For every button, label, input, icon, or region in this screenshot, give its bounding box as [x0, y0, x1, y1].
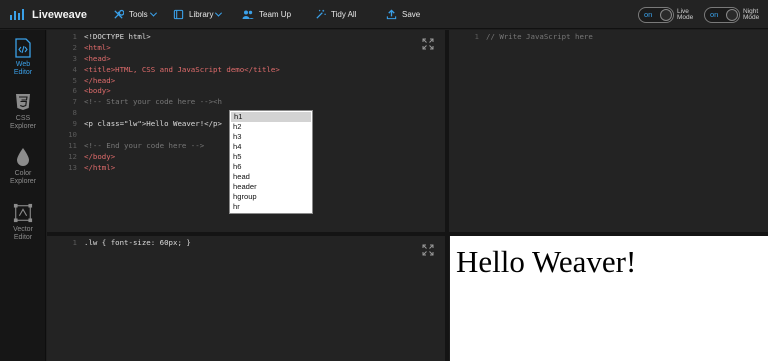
save-label: Save: [402, 10, 421, 19]
live-mode-toggle[interactable]: on Live Mode: [638, 7, 703, 23]
sidebar-item-label: Vector Editor: [13, 226, 33, 241]
code-text: <head>: [84, 53, 111, 63]
brand-name: Liveweave: [32, 8, 88, 21]
library-menu-button[interactable]: Library: [172, 0, 223, 29]
chevron-down-icon: [215, 9, 223, 17]
code-text: </head>: [84, 75, 116, 85]
night-mode-label: Night Mode: [743, 7, 760, 21]
tools-menu-button[interactable]: Tools: [112, 0, 157, 29]
line-number: 4: [72, 64, 77, 74]
line-number: 7: [72, 97, 77, 107]
code-text: <body>: [84, 86, 111, 96]
sidebar-item-color-explorer[interactable]: Color Explorer: [0, 147, 46, 186]
autocomplete-dropdown[interactable]: h1 h2 h3 h4 h5 h6 head header hgroup hr: [229, 110, 313, 214]
live-mode-switch[interactable]: on: [638, 7, 674, 23]
toggle-knob: [660, 9, 672, 21]
team-up-label: Team Up: [259, 10, 292, 19]
code-text: <p class="lw">Hello Weaver!</p>: [84, 119, 222, 129]
magic-wand-icon: [314, 9, 326, 21]
night-mode-toggle[interactable]: on Night Mode: [704, 7, 768, 23]
line-number: 12: [68, 151, 77, 161]
vector-icon: [13, 203, 33, 223]
js-editor-panel[interactable]: 1 // Write JavaScript here: [449, 30, 768, 232]
code-text: <!-- End your code here -->: [84, 140, 205, 150]
output-preview-panel[interactable]: Hello Weaver!: [450, 236, 768, 361]
tidy-all-button[interactable]: Tidy All: [314, 0, 357, 29]
code-icon: [13, 38, 33, 58]
autocomplete-option[interactable]: h5: [230, 152, 312, 162]
sidebar-item-css-explorer[interactable]: CSS Explorer: [0, 92, 46, 131]
line-number: 10: [68, 130, 77, 140]
autocomplete-option[interactable]: h1: [231, 112, 311, 122]
code-text: .lw { font-size: 60px; }: [84, 238, 191, 247]
line-number: 11: [68, 140, 77, 150]
library-label: Library: [189, 10, 214, 19]
brand-logo[interactable]: Liveweave: [10, 0, 87, 29]
line-number: 2: [72, 42, 77, 52]
live-mode-label: Live Mode: [677, 7, 694, 21]
line-number: 3: [72, 53, 77, 63]
sidebar-item-web-editor[interactable]: Web Editor: [0, 38, 46, 77]
night-mode-state: on: [710, 10, 719, 19]
autocomplete-option[interactable]: hr: [230, 202, 312, 212]
tools-label: Tools: [129, 10, 148, 19]
autocomplete-option[interactable]: hgroup: [230, 192, 312, 202]
code-text: </html>: [84, 162, 116, 172]
book-icon: [172, 9, 184, 21]
wrench-icon: [112, 9, 124, 21]
top-bar: Liveweave Tools Library Team Up Tidy All…: [0, 0, 768, 29]
bars-logo-icon: [10, 9, 26, 20]
code-text: </body>: [84, 151, 116, 161]
output-text: Hello Weaver!: [456, 244, 637, 279]
upload-icon: [385, 9, 397, 21]
tidy-all-label: Tidy All: [331, 10, 357, 19]
team-up-button[interactable]: Team Up: [242, 0, 291, 29]
autocomplete-option[interactable]: header: [230, 182, 312, 192]
code-text: // Write JavaScript here: [486, 32, 593, 41]
line-number: 6: [72, 86, 77, 96]
line-number: 8: [72, 108, 77, 118]
autocomplete-option[interactable]: head: [230, 172, 312, 182]
line-number: 13: [68, 162, 77, 172]
code-text: <!-- Start your code here --><h: [84, 97, 222, 107]
line-number: 1: [72, 238, 77, 247]
line-number: 1: [474, 32, 479, 41]
autocomplete-option[interactable]: h6: [230, 162, 312, 172]
autocomplete-option[interactable]: h3: [230, 132, 312, 142]
toggle-knob: [726, 9, 738, 21]
autocomplete-option[interactable]: h2: [230, 122, 312, 132]
expand-icon[interactable]: [422, 38, 434, 50]
line-number: 1: [72, 32, 77, 41]
save-button[interactable]: Save: [385, 0, 420, 29]
sidebar-item-label: Web Editor: [13, 61, 33, 76]
sidebar-item-vector-editor[interactable]: Vector Editor: [0, 203, 46, 242]
chevron-down-icon: [149, 9, 157, 17]
css-editor-panel[interactable]: 1 .lw { font-size: 60px; }: [47, 236, 445, 361]
sidebar-item-label: Color Explorer: [9, 170, 37, 185]
live-mode-state: on: [644, 10, 653, 19]
css3-icon: [13, 92, 33, 112]
line-number: 5: [72, 75, 77, 85]
code-text: <!DOCTYPE html>: [84, 32, 151, 41]
drop-icon: [13, 147, 33, 167]
users-icon: [242, 9, 254, 21]
code-text: <html>: [84, 42, 111, 52]
expand-icon[interactable]: [422, 244, 434, 256]
sidebar-item-label: CSS Explorer: [9, 115, 37, 130]
code-text: <title>HTML, CSS and JavaScript demo</ti…: [84, 64, 280, 74]
night-mode-switch[interactable]: on: [704, 7, 740, 23]
line-number: 9: [72, 119, 77, 129]
left-sidebar: Web Editor CSS Explorer Color Explorer V…: [0, 30, 46, 361]
autocomplete-option[interactable]: h4: [230, 142, 312, 152]
